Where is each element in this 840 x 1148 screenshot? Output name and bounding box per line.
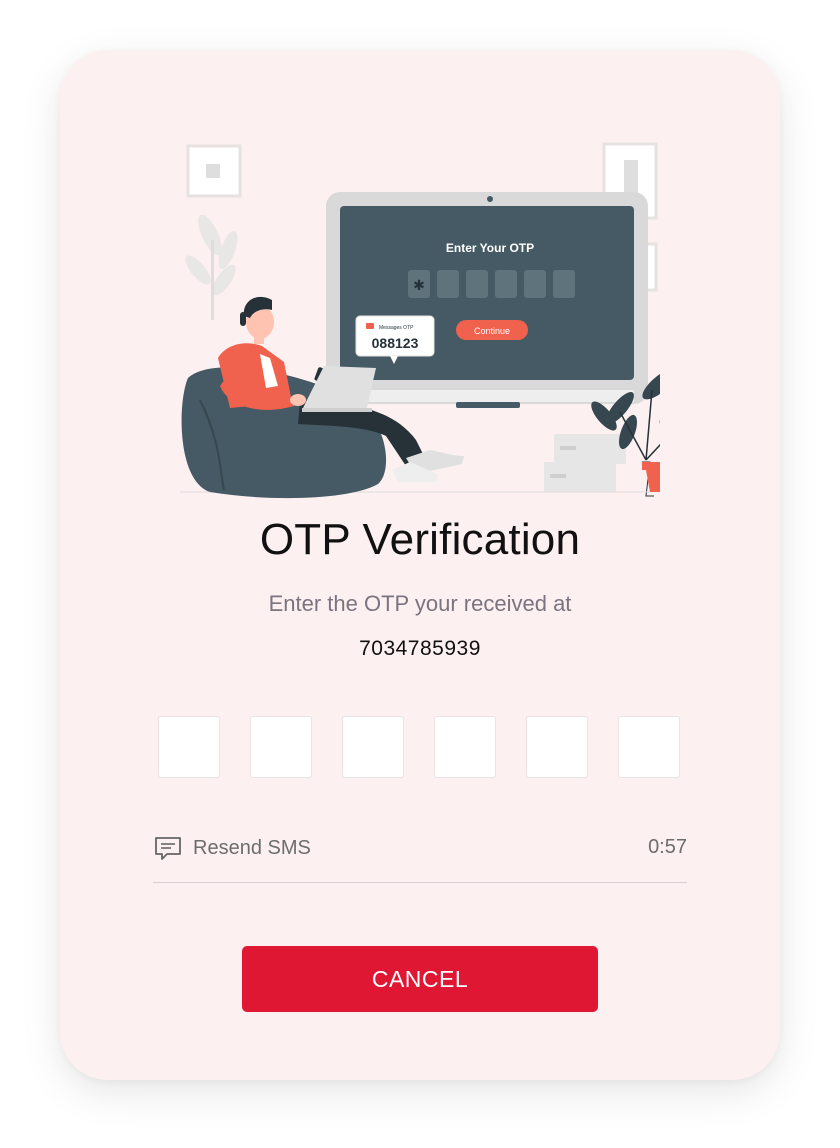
otp-input-row — [158, 716, 682, 780]
background-plant — [185, 214, 238, 320]
screen-first-box-char: ✱ — [413, 278, 425, 294]
resend-sms-button[interactable]: Resend SMS — [153, 830, 311, 866]
otp-card: Enter Your OTP ✱ Continue Messages OTP 0… — [60, 50, 780, 1080]
otp-digit-2[interactable] — [250, 716, 312, 778]
screen-continue-label: Continue — [474, 326, 510, 336]
otp-digit-1[interactable] — [158, 716, 220, 778]
otp-digit-4[interactable] — [434, 716, 496, 778]
cancel-button[interactable]: CANCEL — [242, 946, 598, 1012]
monitor: Enter Your OTP ✱ Continue — [326, 192, 648, 408]
page-title: OTP Verification — [259, 515, 581, 564]
resend-sms-label: Resend SMS — [193, 836, 311, 859]
resend-row: Resend SMS 0:57 — [153, 830, 687, 870]
phone-number: 7034785939 — [359, 637, 481, 660]
divider — [153, 882, 687, 883]
otp-digit-6[interactable] — [618, 716, 680, 778]
storage-boxes — [544, 434, 626, 492]
message-icon — [153, 833, 183, 863]
bubble-code: 088123 — [372, 335, 419, 351]
screen-title: Enter Your OTP — [446, 241, 534, 255]
otp-digit-5[interactable] — [526, 716, 588, 778]
otp-digit-3[interactable] — [342, 716, 404, 778]
otp-illustration: Enter Your OTP ✱ Continue Messages OTP 0… — [180, 142, 660, 499]
wall-frame-left — [186, 144, 242, 198]
resend-countdown-timer: 0:57 — [648, 836, 687, 858]
otp-instruction: Enter the OTP your received at — [268, 591, 572, 616]
bubble-label: Messages OTP — [379, 325, 414, 331]
